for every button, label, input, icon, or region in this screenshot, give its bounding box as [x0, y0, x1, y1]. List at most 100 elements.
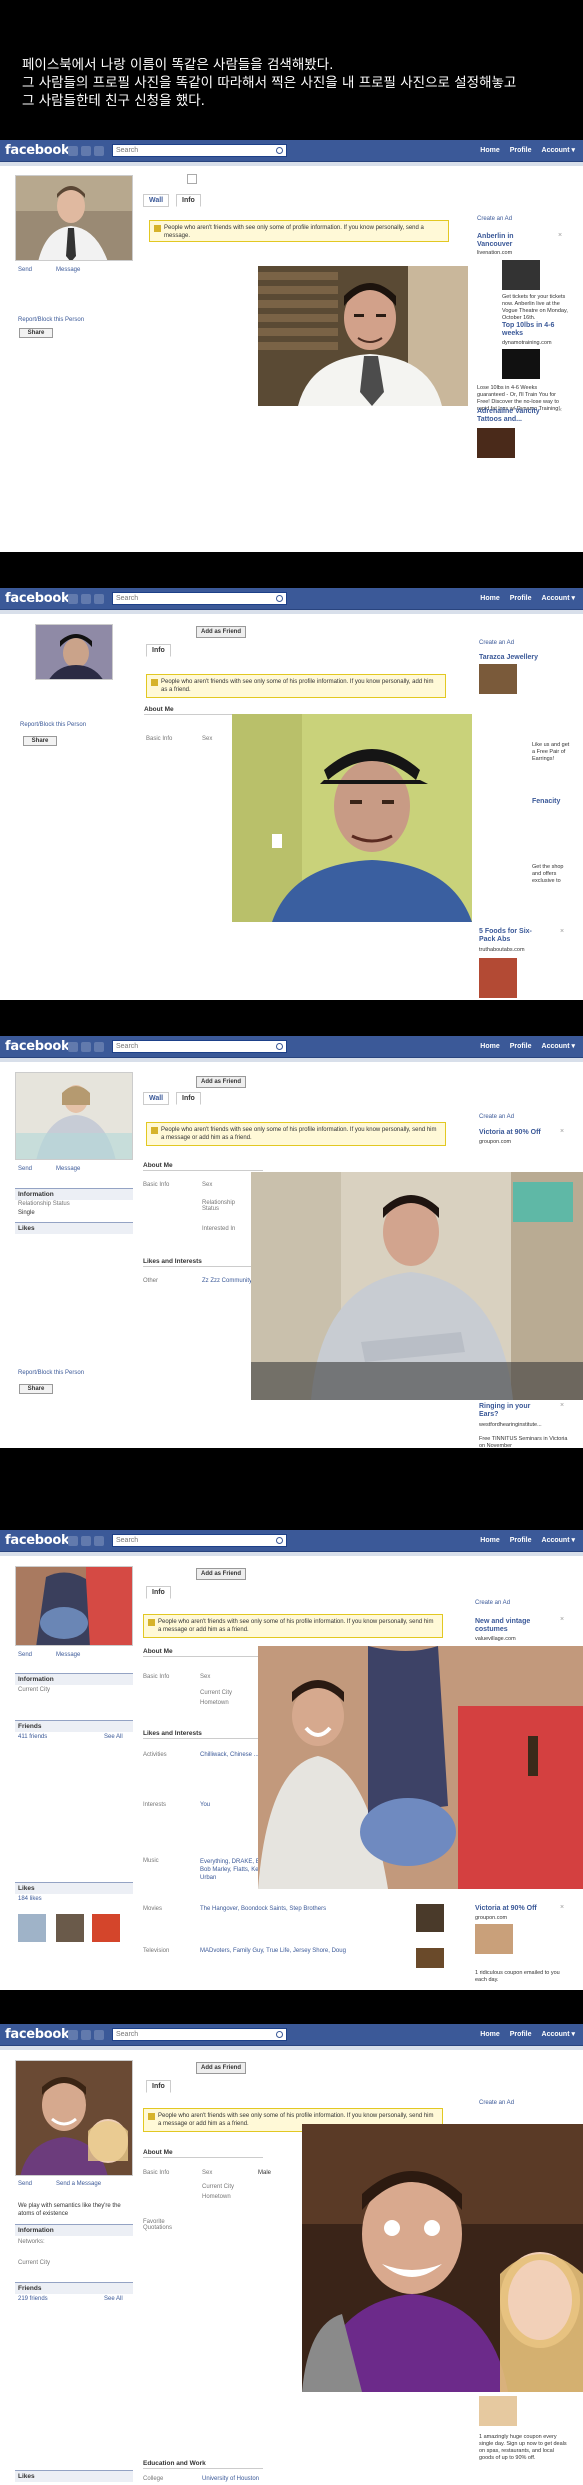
see-all-link[interactable]: See All — [104, 2296, 123, 2302]
nav-profile[interactable]: Profile — [510, 595, 532, 602]
notifications-icon[interactable] — [94, 146, 104, 156]
nav-home[interactable]: Home — [480, 1043, 499, 1050]
movie-thumbnail[interactable] — [416, 1904, 444, 1932]
search-input[interactable]: Search — [112, 144, 287, 157]
ad-title[interactable]: Top 10lbs in 4-6 weeks — [502, 322, 572, 338]
ad-title[interactable]: Victoria at 90% Off — [479, 1129, 541, 1137]
friend-requests-icon[interactable] — [68, 594, 78, 604]
send-message-link[interactable]: Send — [18, 267, 32, 273]
add-friend-button[interactable]: Add as Friend — [196, 626, 247, 638]
tv-thumbnail[interactable] — [416, 1948, 444, 1968]
like-thumbnail[interactable] — [18, 1914, 46, 1942]
movies-value[interactable]: The Hangover, Boondock Saints, Step Brot… — [200, 1906, 326, 1912]
activities-value[interactable]: Chilliwack, Chinese ... — [200, 1752, 259, 1758]
ad-close-icon[interactable]: × — [560, 1402, 564, 1409]
tab-wall[interactable]: Wall — [143, 1092, 170, 1105]
add-friend-button[interactable]: Add as Friend — [196, 2062, 247, 2074]
friends-count[interactable]: 219 friends — [18, 2296, 48, 2302]
nav-profile[interactable]: Profile — [510, 147, 532, 154]
college-value[interactable]: University of Houston — [202, 2476, 259, 2482]
facebook-logo[interactable]: facebook — [5, 2027, 70, 2042]
message-link[interactable]: Message — [56, 267, 80, 273]
nav-profile[interactable]: Profile — [510, 1043, 532, 1050]
tab-info[interactable]: Info — [176, 1092, 201, 1105]
report-block-link[interactable]: Report/Block this Person — [18, 1370, 84, 1376]
create-ad-link[interactable]: Create an Ad — [479, 640, 514, 646]
ad-close-icon[interactable]: × — [560, 928, 564, 935]
ad-title[interactable]: Anberlin in Vancouver — [477, 233, 547, 249]
search-icon[interactable] — [276, 595, 283, 602]
friend-requests-icon[interactable] — [68, 146, 78, 156]
friend-requests-icon[interactable] — [68, 2030, 78, 2040]
ad-title[interactable]: Ringing in your Ears? — [479, 1403, 539, 1419]
search-input[interactable]: Search — [112, 592, 287, 605]
ad-image[interactable] — [479, 958, 517, 998]
report-block-link[interactable]: Report/Block this Person — [18, 317, 84, 323]
ad-title[interactable]: Victoria at 90% Off — [475, 1905, 537, 1913]
nav-home[interactable]: Home — [480, 595, 499, 602]
profile-picture[interactable] — [35, 624, 113, 680]
search-input[interactable]: Search — [112, 1040, 287, 1053]
search-icon[interactable] — [276, 1043, 283, 1050]
nav-account[interactable]: Account ▾ — [542, 147, 575, 154]
ad-image[interactable] — [502, 349, 540, 379]
search-input[interactable]: Search — [112, 2028, 287, 2041]
nav-account[interactable]: Account ▾ — [542, 2031, 575, 2038]
ad-image[interactable] — [475, 1924, 513, 1954]
likes-count[interactable]: 184 likes — [18, 1896, 42, 1902]
report-block-link[interactable]: Report/Block this Person — [20, 722, 86, 728]
nav-home[interactable]: Home — [480, 2031, 499, 2038]
facebook-logo[interactable]: facebook — [5, 1039, 70, 1054]
profile-picture[interactable] — [15, 1566, 133, 1646]
other-value[interactable]: Zz Zzz Community — [202, 1278, 252, 1284]
ad-close-icon[interactable]: × — [560, 1904, 564, 1911]
notifications-icon[interactable] — [94, 1536, 104, 1546]
ad-image[interactable] — [477, 428, 515, 458]
tab-info[interactable]: Info — [146, 644, 171, 657]
ad-title[interactable]: Adrenaline Vancity Tattoos and... — [477, 408, 555, 424]
search-icon[interactable] — [276, 147, 283, 154]
share-button[interactable]: Share — [23, 736, 57, 746]
ad-image[interactable] — [502, 260, 540, 290]
nav-profile[interactable]: Profile — [510, 1537, 532, 1544]
search-icon[interactable] — [276, 1537, 283, 1544]
nav-account[interactable]: Account ▾ — [542, 1043, 575, 1050]
notifications-icon[interactable] — [94, 2030, 104, 2040]
nav-account[interactable]: Account ▾ — [542, 595, 575, 602]
create-ad-link[interactable]: Create an Ad — [479, 1114, 514, 1120]
add-friend-button[interactable]: Add as Friend — [196, 1076, 247, 1088]
ad-close-icon[interactable]: × — [558, 232, 562, 239]
nav-home[interactable]: Home — [480, 1537, 499, 1544]
tab-info[interactable]: Info — [146, 1586, 171, 1599]
profile-picture[interactable] — [15, 2060, 133, 2176]
add-friend-button[interactable]: Add as Friend — [196, 1568, 247, 1580]
like-thumbnail[interactable] — [92, 1914, 120, 1942]
ad-close-icon[interactable]: × — [560, 1128, 564, 1135]
create-ad-link[interactable]: Create an Ad — [475, 1600, 510, 1606]
message-link[interactable]: Message — [56, 1652, 80, 1658]
send-link[interactable]: Send — [18, 1652, 32, 1658]
see-all-link[interactable]: See All — [104, 1734, 123, 1740]
ad-title[interactable]: Fenacity — [532, 798, 560, 806]
ad-title[interactable]: Tarazca Jewellery — [479, 654, 538, 662]
like-thumbnail[interactable] — [56, 1914, 84, 1942]
search-input[interactable]: Search — [112, 1534, 287, 1547]
ad-image[interactable] — [479, 664, 517, 694]
ad-title[interactable]: New and vintage costumes — [475, 1618, 545, 1634]
facebook-logo[interactable]: facebook — [5, 1533, 70, 1548]
nav-account[interactable]: Account ▾ — [542, 1537, 575, 1544]
share-button[interactable]: Share — [19, 1384, 53, 1394]
message-link[interactable]: Message — [56, 1166, 80, 1172]
notifications-icon[interactable] — [94, 594, 104, 604]
profile-picture[interactable] — [15, 175, 133, 261]
friends-count[interactable]: 411 friends — [18, 1734, 47, 1740]
profile-picture[interactable] — [15, 1072, 133, 1160]
create-ad-link[interactable]: Create an Ad — [479, 2100, 514, 2106]
ad-title[interactable]: 5 Foods for Six-Pack Abs — [479, 928, 539, 944]
television-value[interactable]: MADvoters, Family Guy, True Life, Jersey… — [200, 1948, 346, 1954]
messages-icon[interactable] — [81, 594, 91, 604]
tab-info[interactable]: Info — [146, 2080, 171, 2093]
create-ad-link[interactable]: Create an Ad — [477, 216, 512, 222]
facebook-logo[interactable]: facebook — [5, 143, 70, 158]
friend-requests-icon[interactable] — [68, 1042, 78, 1052]
